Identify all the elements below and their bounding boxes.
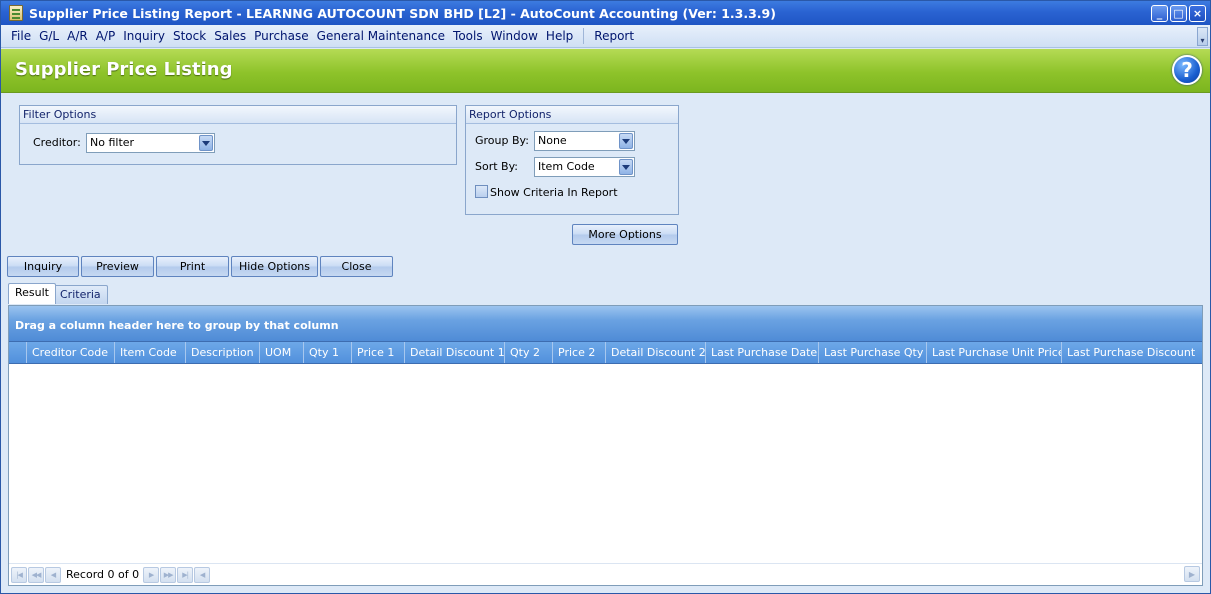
report-options-title: Report Options	[466, 106, 678, 124]
menu-sales[interactable]: Sales	[210, 29, 250, 43]
tab-result[interactable]: Result	[8, 283, 56, 304]
group-by-drop-area[interactable]: Drag a column header here to group by th…	[9, 306, 1202, 342]
column-header[interactable]: UOM	[260, 342, 304, 363]
result-grid: Drag a column header here to group by th…	[8, 305, 1203, 586]
maximize-button[interactable]: □	[1170, 5, 1187, 22]
sort-by-label: Sort By:	[475, 160, 519, 173]
column-header[interactable]: Last Purchase Date	[706, 342, 819, 363]
more-options-button[interactable]: More Options	[572, 224, 678, 245]
column-header[interactable]: Last Purchase Discount	[1062, 342, 1202, 363]
previous-page-icon[interactable]: ◀◀	[28, 566, 44, 583]
group-by-value: None	[538, 134, 567, 147]
column-header[interactable]: Detail Discount 2	[606, 342, 706, 363]
column-header[interactable]: Price 1	[352, 342, 405, 363]
column-header-row: Creditor Code Item Code Description UOM …	[9, 342, 1202, 364]
sort-by-value: Item Code	[538, 160, 595, 173]
scroll-left-icon[interactable]: ◀	[194, 566, 211, 583]
sort-by-select[interactable]: Item Code	[534, 157, 635, 177]
record-count: Record 0 of 0	[66, 568, 140, 581]
hide-options-button[interactable]: Hide Options	[231, 256, 318, 277]
column-header[interactable]: Creditor Code	[27, 342, 115, 363]
column-header[interactable]: Last Purchase Qty	[819, 342, 927, 363]
menu-scroll-arrow-icon[interactable]: ▾	[1197, 27, 1208, 46]
filter-options-group: Filter Options	[19, 105, 457, 165]
filter-options-title: Filter Options	[20, 106, 456, 124]
menu-ar[interactable]: A/R	[63, 29, 92, 43]
chevron-down-icon[interactable]	[619, 133, 633, 149]
menu-tools[interactable]: Tools	[449, 29, 487, 43]
page-title: Supplier Price Listing	[15, 59, 233, 80]
scroll-right-icon[interactable]: ▶	[1184, 566, 1200, 582]
tab-criteria[interactable]: Criteria	[53, 285, 108, 304]
show-criteria-checkbox[interactable]	[475, 185, 488, 198]
preview-button[interactable]: Preview	[81, 256, 154, 277]
menu-window[interactable]: Window	[487, 29, 542, 43]
menu-inquiry[interactable]: Inquiry	[119, 29, 169, 43]
column-header[interactable]: Description	[186, 342, 260, 363]
inquiry-button[interactable]: Inquiry	[7, 256, 79, 277]
close-window-button[interactable]: ×	[1189, 5, 1206, 22]
menu-separator	[583, 28, 585, 44]
help-icon[interactable]: ?	[1172, 55, 1202, 85]
menu-ap[interactable]: A/P	[92, 29, 120, 43]
menu-purchase[interactable]: Purchase	[250, 29, 313, 43]
close-button[interactable]: Close	[320, 256, 393, 277]
chevron-down-icon[interactable]	[619, 159, 633, 175]
previous-record-icon[interactable]: ◀	[45, 566, 61, 583]
menu-bar: File G/L A/R A/P Inquiry Stock Sales Pur…	[1, 25, 1210, 48]
menu-gl[interactable]: G/L	[35, 29, 63, 43]
column-header[interactable]: Qty 1	[304, 342, 352, 363]
creditor-label: Creditor:	[33, 136, 81, 149]
creditor-filter-value: No filter	[90, 136, 135, 149]
column-header[interactable]: Item Code	[115, 342, 186, 363]
window-title: Supplier Price Listing Report - LEARNNG …	[29, 5, 776, 21]
print-button[interactable]: Print	[156, 256, 229, 277]
column-header[interactable]: Detail Discount 1	[405, 342, 505, 363]
record-navigator: |◀ ◀◀ ◀ Record 0 of 0 ▶ ▶▶ ▶| ◀ ▶	[9, 563, 1202, 585]
group-by-label: Group By:	[475, 134, 529, 147]
report-document-icon	[9, 5, 23, 21]
window-controls: _ □ ×	[1151, 5, 1206, 22]
creditor-filter-select[interactable]: No filter	[86, 133, 215, 153]
group-by-select[interactable]: None	[534, 131, 635, 151]
column-header[interactable]: Last Purchase Unit Price	[927, 342, 1062, 363]
menu-stock[interactable]: Stock	[169, 29, 210, 43]
page-header: Supplier Price Listing ?	[1, 49, 1210, 93]
next-record-icon[interactable]: ▶	[143, 566, 160, 583]
last-record-icon[interactable]: ▶|	[177, 566, 194, 583]
row-indicator-header	[9, 342, 27, 363]
menu-report[interactable]: Report	[590, 29, 638, 43]
menu-file[interactable]: File	[7, 29, 35, 43]
chevron-down-icon[interactable]	[199, 135, 213, 151]
show-criteria-label[interactable]: Show Criteria In Report	[490, 186, 618, 199]
minimize-button[interactable]: _	[1151, 5, 1168, 22]
menu-general-maintenance[interactable]: General Maintenance	[313, 29, 449, 43]
title-bar[interactable]: Supplier Price Listing Report - LEARNNG …	[1, 1, 1210, 25]
menu-help[interactable]: Help	[542, 29, 577, 43]
column-header[interactable]: Price 2	[553, 342, 606, 363]
first-record-icon[interactable]: |◀	[11, 566, 27, 583]
next-page-icon[interactable]: ▶▶	[160, 566, 177, 583]
column-header[interactable]: Qty 2	[505, 342, 553, 363]
application-window: Supplier Price Listing Report - LEARNNG …	[0, 0, 1211, 594]
